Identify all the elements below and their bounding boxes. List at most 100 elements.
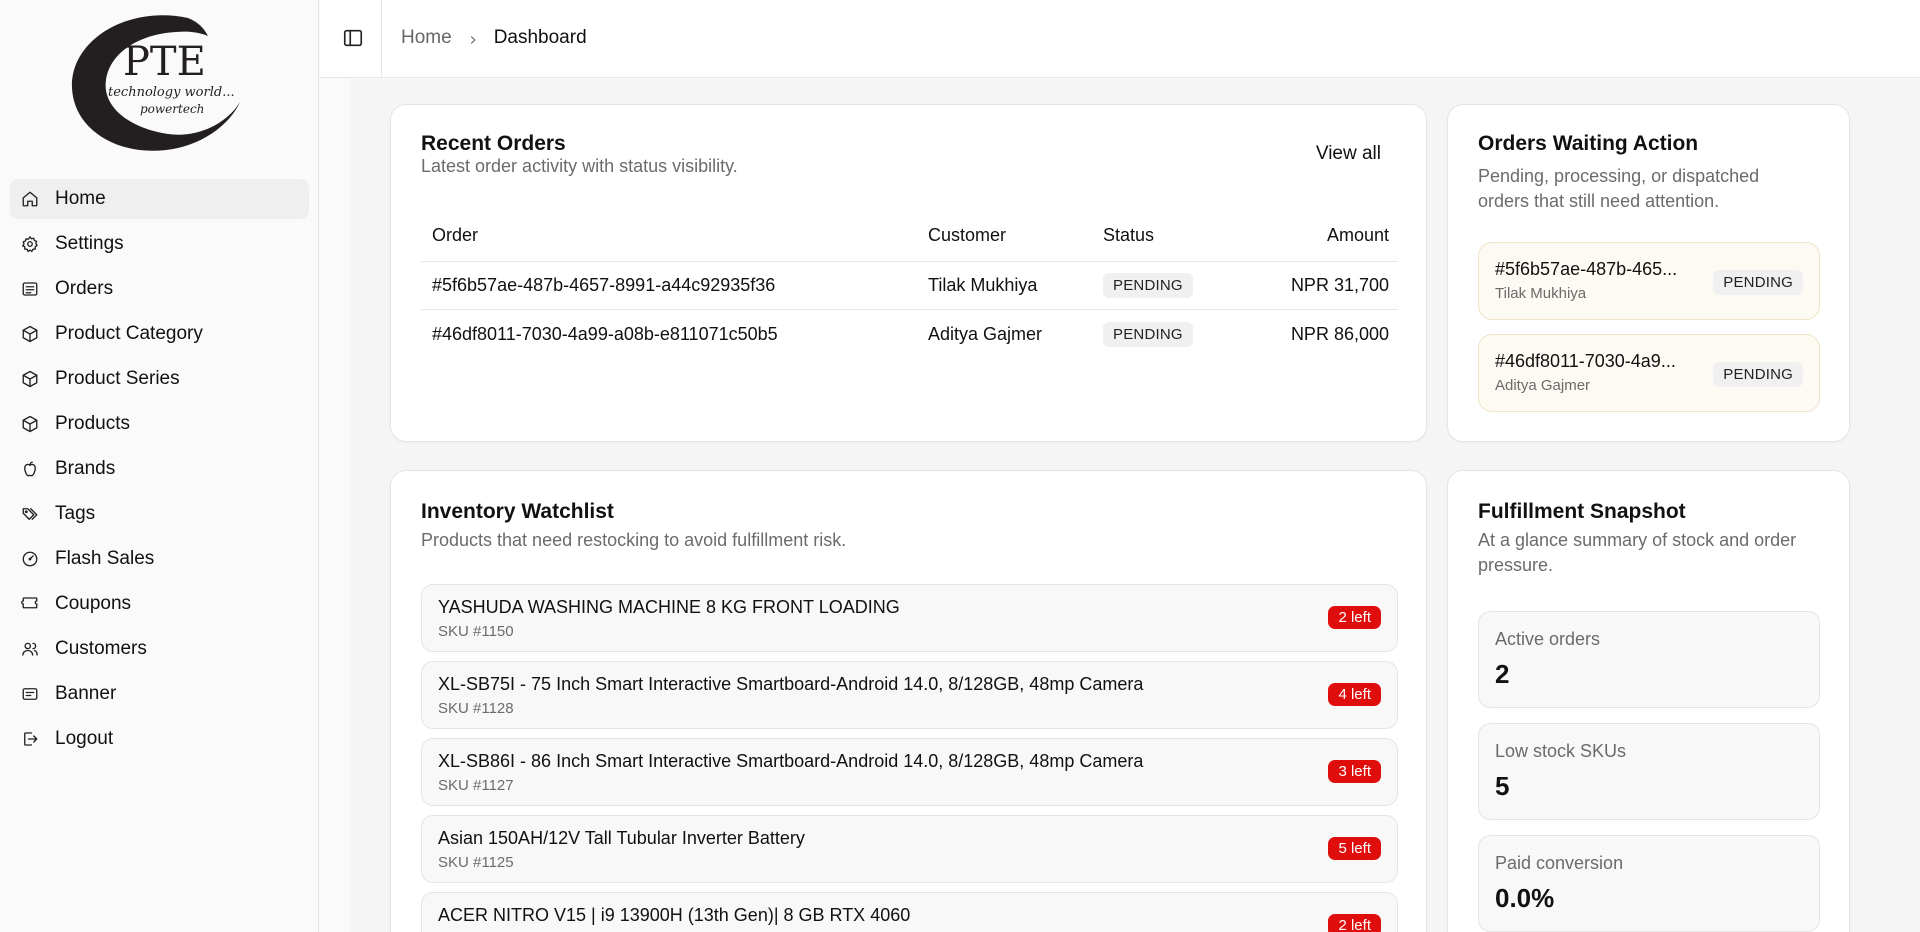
inventory-item[interactable]: YASHUDA WASHING MACHINE 8 KG FRONT LOADI…	[421, 584, 1398, 652]
order-id: #5f6b57ae-487b-4657-8991-a44c92935f36	[432, 275, 776, 295]
product-name: Asian 150AH/12V Tall Tubular Inverter Ba…	[438, 828, 805, 848]
column-header: Order	[432, 225, 479, 245]
box-icon	[20, 324, 40, 344]
card-title: Fulfillment Snapshot	[1478, 500, 1686, 523]
stock-badge: 4 left	[1328, 683, 1381, 706]
sidebar-item-product-category[interactable]: Product Category	[10, 314, 309, 354]
status-badge: PENDING	[1713, 270, 1803, 295]
stock-badge: 2 left	[1328, 914, 1381, 932]
sidebar-item-label: Products	[55, 413, 130, 434]
product-name: ACER NITRO V15 | i9 13900H (13th Gen)| 8…	[438, 905, 911, 925]
breadcrumb: Home Dashboard	[401, 27, 587, 49]
users-icon	[20, 639, 40, 659]
table-header: Order Customer Status Amount	[421, 210, 1398, 262]
sidebar-item-brands[interactable]: Brands	[10, 449, 309, 489]
order-id: #46df8011-7030-4a9...	[1495, 351, 1676, 371]
gear-icon	[20, 234, 40, 254]
breadcrumb-home[interactable]: Home	[401, 27, 452, 49]
table-row[interactable]: #5f6b57ae-487b-4657-8991-a44c92935f36 Ti…	[421, 262, 1398, 310]
receipt-icon	[20, 279, 40, 299]
waiting-order-item[interactable]: #46df8011-7030-4a9... Aditya Gajmer PEND…	[1478, 334, 1820, 412]
sidebar-item-label: Brands	[55, 458, 116, 479]
orders-table: Order Customer Status Amount #5f6b57ae-4…	[421, 210, 1398, 358]
card-subtitle-line2: pressure.	[1478, 555, 1554, 575]
table-row[interactable]: #46df8011-7030-4a99-a08b-e811071c50b5 Ad…	[421, 310, 1398, 358]
sidebar-item-tags[interactable]: Tags	[10, 494, 309, 534]
order-id: #5f6b57ae-487b-465...	[1495, 259, 1678, 279]
sidebar-item-products[interactable]: Products	[10, 404, 309, 444]
sidebar-item-logout[interactable]: Logout	[10, 719, 309, 759]
customer-name: Aditya Gajmer	[1495, 377, 1591, 394]
stat-label: Paid conversion	[1495, 853, 1624, 873]
sidebar: PTE technology world... powertech Home S…	[0, 0, 319, 932]
inventory-item[interactable]: XL-SB75I - 75 Inch Smart Interactive Sma…	[421, 661, 1398, 729]
box-icon	[20, 369, 40, 389]
sidebar-nav: Home Settings Orders Product Category Pr…	[10, 179, 309, 764]
product-sku: SKU #1150	[438, 623, 514, 640]
card-subtitle-line2: orders that still need attention.	[1478, 191, 1720, 211]
product-name: XL-SB75I - 75 Inch Smart Interactive Sma…	[438, 674, 1144, 694]
sidebar-item-settings[interactable]: Settings	[10, 224, 309, 264]
order-id: #46df8011-7030-4a99-a08b-e811071c50b5	[432, 323, 778, 344]
gauge-icon	[20, 549, 40, 569]
card-title: Inventory Watchlist	[421, 500, 614, 523]
tags-icon	[20, 504, 40, 524]
logout-icon	[20, 729, 40, 749]
sidebar-item-label: Orders	[55, 278, 114, 299]
sidebar-item-flash-sales[interactable]: Flash Sales	[10, 539, 309, 579]
status-badge: PENDING	[1713, 362, 1803, 387]
product-sku: SKU #1128	[438, 700, 514, 717]
sidebar-item-label: Coupons	[55, 593, 132, 614]
sidebar-toggle-icon[interactable]	[342, 27, 364, 49]
stock-badge: 3 left	[1328, 760, 1381, 783]
customer-name: Aditya Gajmer	[928, 323, 1043, 344]
banner-icon	[20, 684, 40, 704]
order-amount: NPR 31,700	[1290, 275, 1389, 295]
ticket-icon	[20, 594, 40, 614]
order-amount: NPR 86,000	[1290, 323, 1389, 344]
stat-label: Active orders	[1495, 629, 1601, 649]
sidebar-item-label: Logout	[55, 728, 114, 749]
card-subtitle-line1: At a glance summary of stock and order	[1478, 530, 1797, 550]
stat-paid-conversion: Paid conversion 0.0%	[1478, 835, 1820, 932]
sidebar-item-product-series[interactable]: Product Series	[10, 359, 309, 399]
sidebar-item-orders[interactable]: Orders	[10, 269, 309, 309]
inventory-item[interactable]: ACER NITRO V15 | i9 13900H (13th Gen)| 8…	[421, 892, 1398, 932]
stat-value: 2	[1495, 659, 1510, 689]
stat-value: 5	[1495, 771, 1510, 801]
status-badge: PENDING	[1103, 321, 1193, 347]
box-icon	[20, 414, 40, 434]
sidebar-item-customers[interactable]: Customers	[10, 629, 309, 669]
logo-text: PTE	[123, 39, 206, 85]
status-badge: PENDING	[1103, 273, 1193, 298]
orders-waiting-card: Orders Waiting Action Pending, processin…	[1447, 104, 1850, 442]
sidebar-item-label: Product Category	[55, 323, 203, 344]
customer-name: Tilak Mukhiya	[928, 275, 1038, 295]
sidebar-item-coupons[interactable]: Coupons	[10, 584, 309, 624]
breadcrumb-current: Dashboard	[493, 27, 587, 48]
inventory-item[interactable]: Asian 150AH/12V Tall Tubular Inverter Ba…	[421, 815, 1398, 883]
product-sku: SKU #1127	[438, 777, 514, 794]
main-content: Recent Orders Latest order activity with…	[350, 79, 1920, 932]
sidebar-item-banner[interactable]: Banner	[10, 674, 309, 714]
card-title: Orders Waiting Action	[1478, 132, 1699, 155]
stat-label: Low stock SKUs	[1495, 741, 1627, 761]
logo-tagline: technology world...	[108, 85, 235, 100]
stock-badge: 5 left	[1328, 837, 1381, 860]
view-all-button[interactable]: View all	[1316, 143, 1381, 165]
chevron-right-icon	[466, 31, 480, 45]
card-subtitle: Latest order activity with status visibi…	[421, 156, 738, 176]
sidebar-item-label: Product Series	[55, 368, 180, 389]
apple-icon	[20, 459, 40, 479]
brand-logo[interactable]: PTE technology world... powertech	[68, 10, 244, 156]
waiting-order-item[interactable]: #5f6b57ae-487b-465... Tilak Mukhiya PEND…	[1478, 242, 1820, 320]
top-header: Home Dashboard	[320, 0, 1920, 78]
stat-value: 0.0%	[1495, 883, 1555, 913]
sidebar-item-home[interactable]: Home	[10, 179, 309, 219]
column-header: Amount	[1326, 225, 1389, 245]
sidebar-item-label: Home	[55, 188, 106, 209]
column-header: Customer	[928, 225, 1007, 245]
inventory-item[interactable]: XL-SB86I - 86 Inch Smart Interactive Sma…	[421, 738, 1398, 806]
header-divider	[381, 0, 382, 78]
stat-low-stock-skus: Low stock SKUs 5	[1478, 723, 1820, 820]
